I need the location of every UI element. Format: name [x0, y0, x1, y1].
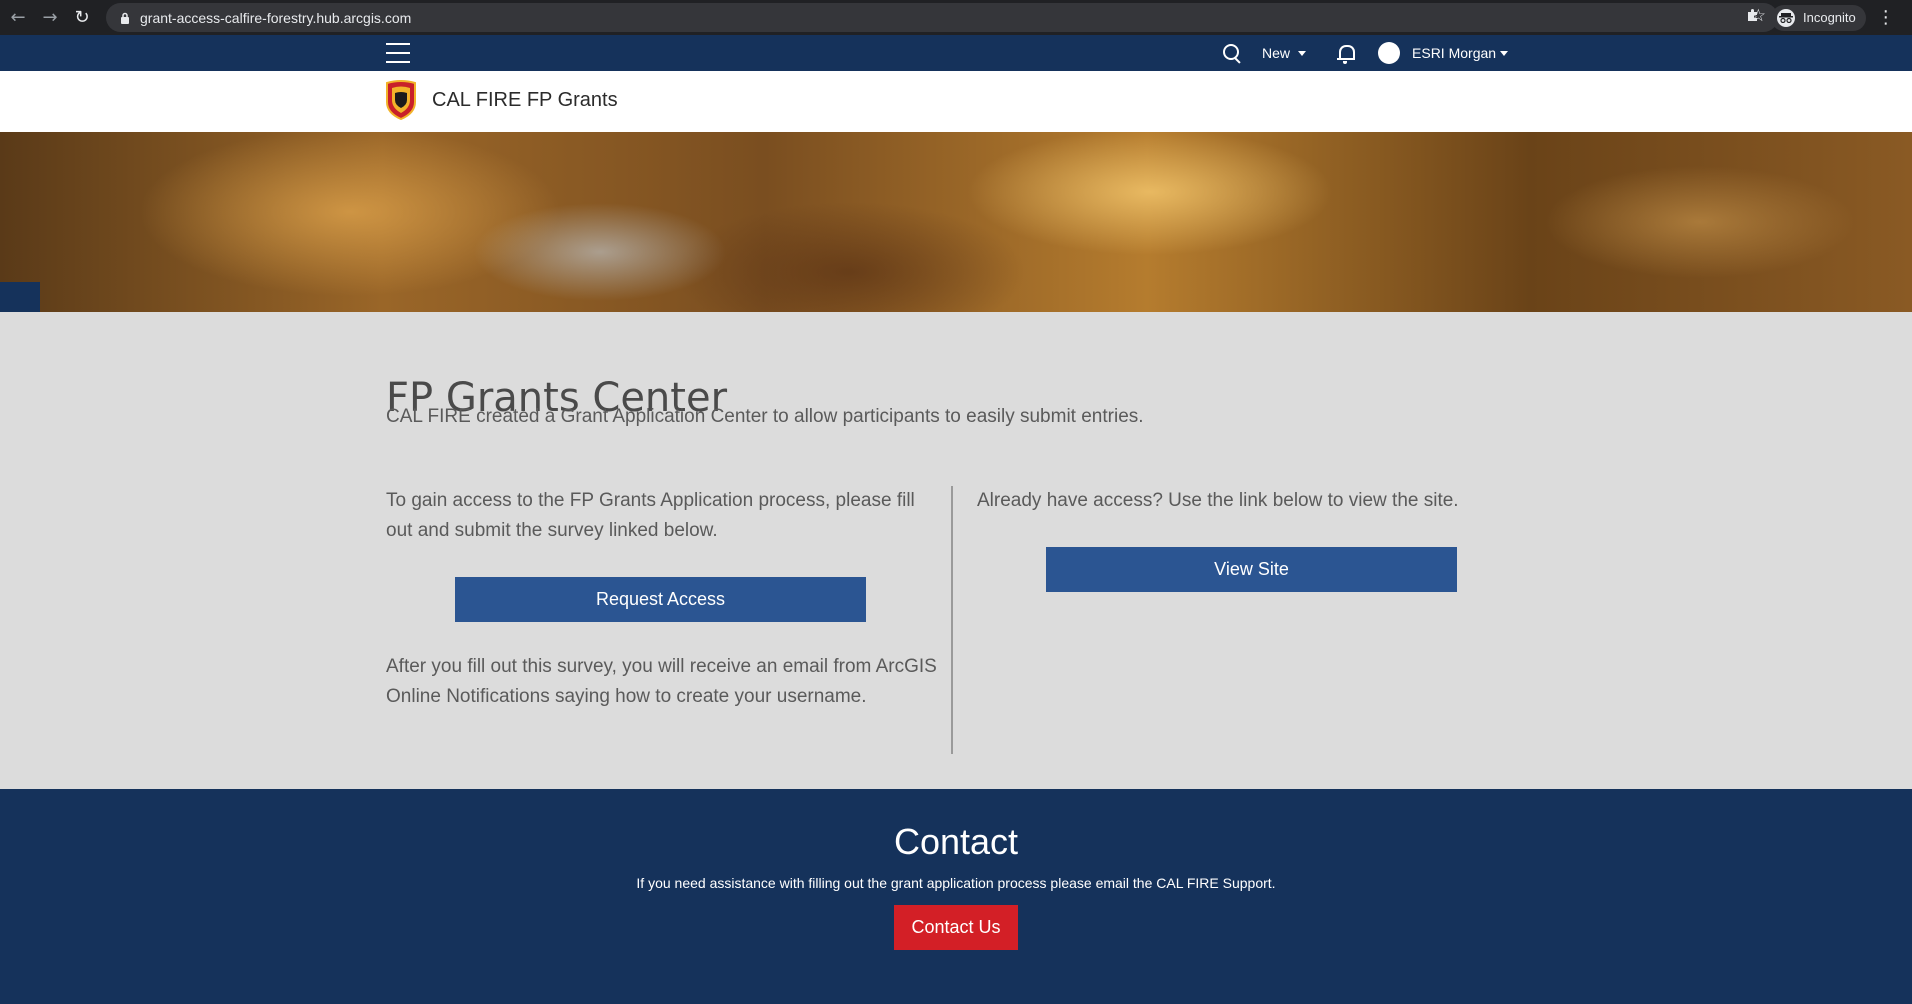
request-access-button[interactable]: Request Access	[455, 577, 866, 622]
nav-actions: New ESRI Morgan	[1220, 35, 1509, 71]
back-icon[interactable]: ←	[2, 0, 34, 35]
url-text: grant-access-calfire-forestry.hub.arcgis…	[140, 9, 412, 26]
column-divider	[951, 486, 953, 754]
forward-icon[interactable]: →	[34, 0, 66, 35]
notifications-bell-icon[interactable]	[1336, 43, 1356, 64]
avatar[interactable]	[1378, 42, 1401, 64]
new-label: New	[1262, 45, 1291, 61]
view-site-button[interactable]: View Site	[1046, 547, 1457, 592]
contact-us-button[interactable]: Contact Us	[894, 905, 1018, 950]
hero-banner-image	[0, 132, 1912, 312]
browser-right-controls: Incognito ⋮	[1745, 0, 1896, 35]
main-content: FP Grants Center CAL FIRE created a Gran…	[0, 312, 1912, 789]
reload-icon[interactable]: ↻	[66, 0, 98, 35]
chevron-down-icon	[1500, 50, 1509, 56]
after-survey-text: After you fill out this survey, you will…	[386, 656, 937, 707]
extensions-icon[interactable]	[1745, 7, 1761, 28]
cal-fire-logo[interactable]	[384, 80, 418, 121]
incognito-icon	[1777, 8, 1795, 27]
menu-icon[interactable]: ⋮	[1876, 7, 1896, 28]
top-navigation: New ESRI Morgan	[0, 35, 1912, 71]
hamburger-menu-icon[interactable]	[386, 43, 410, 63]
request-access-column: To gain access to the FP Grants Applicat…	[386, 486, 946, 546]
browser-nav: ← → ↻	[2, 0, 98, 35]
search-icon[interactable]	[1220, 41, 1244, 65]
user-name: ESRI Morgan	[1412, 45, 1497, 61]
request-instructions: To gain access to the FP Grants Applicat…	[386, 490, 915, 541]
incognito-label: Incognito	[1803, 10, 1856, 25]
new-dropdown[interactable]: New	[1262, 45, 1307, 61]
view-site-column: Already have access? Use the link below …	[977, 486, 1497, 516]
intro-text: CAL FIRE created a Grant Application Cen…	[386, 406, 1144, 427]
contact-section: Contact If you need assistance with fill…	[0, 789, 1912, 1004]
lock-icon	[116, 12, 134, 24]
incognito-badge[interactable]: Incognito	[1771, 4, 1866, 31]
site-title[interactable]: CAL FIRE FP Grants	[432, 89, 618, 112]
browser-chrome: ← → ↻ grant-access-calfire-forestry.hub.…	[0, 0, 1912, 35]
user-menu[interactable]: ESRI Morgan	[1412, 45, 1509, 61]
contact-title: Contact	[893, 821, 1019, 862]
view-site-instructions: Already have access? Use the link below …	[977, 490, 1459, 511]
address-bar[interactable]: grant-access-calfire-forestry.hub.arcgis…	[106, 3, 1778, 32]
site-header: CAL FIRE FP Grants	[0, 71, 1912, 132]
chevron-down-icon	[1298, 50, 1307, 56]
contact-message: If you need assistance with filling out …	[636, 875, 1276, 891]
